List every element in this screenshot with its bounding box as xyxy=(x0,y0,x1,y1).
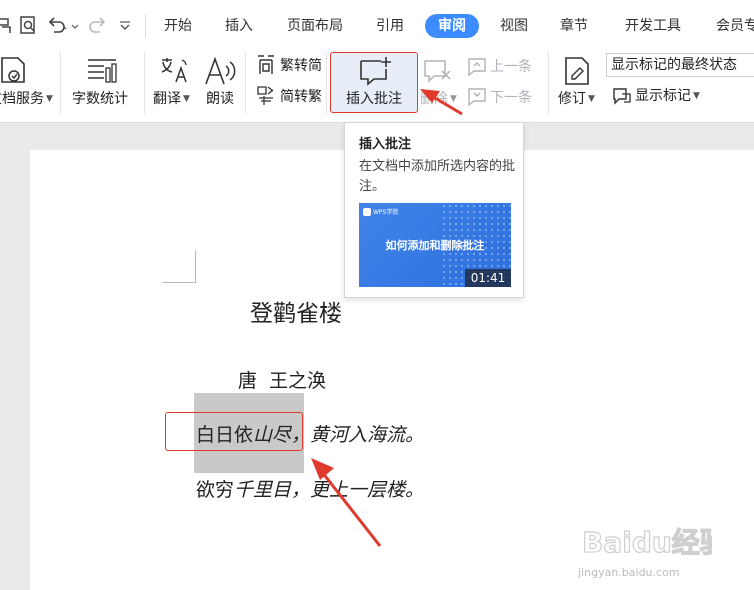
ribbon-separator xyxy=(144,52,145,114)
insert-comment-icon[interactable] xyxy=(358,56,392,90)
poem-author: 唐 王之涣 xyxy=(238,370,327,392)
ribbon-separator xyxy=(326,52,327,114)
watermark-url: jingyan.baidu.com xyxy=(578,566,680,579)
word-count-icon[interactable] xyxy=(86,56,118,90)
trad-to-simp-button[interactable]: 繁转简 xyxy=(280,58,322,74)
doc-service-button[interactable]: 文档服务▼ xyxy=(0,91,53,107)
menu-separator xyxy=(145,14,146,38)
prev-comment-button[interactable]: 上一条 xyxy=(490,59,532,75)
poem-line-2-italic: 千里目，更上一层楼。 xyxy=(234,479,425,501)
read-aloud-icon[interactable] xyxy=(204,56,236,90)
tab-home[interactable]: 开始 xyxy=(158,14,198,38)
undo-dropdown-icon[interactable] xyxy=(71,14,79,36)
customize-dropdown-icon[interactable] xyxy=(118,14,132,36)
simp-to-trad-button[interactable]: 简转繁 xyxy=(280,89,322,105)
print-preview-icon[interactable] xyxy=(19,14,39,36)
insert-comment-label: 插入批注 xyxy=(346,91,402,107)
delete-comment-button[interactable]: 删除 ▼ xyxy=(420,91,457,107)
tab-page-layout[interactable]: 页面布局 xyxy=(282,14,348,38)
insert-comment-tooltip: 插入批注 在文档中添加所选内容的批注。 WPS学院 如何添加和删除批注 01:4… xyxy=(344,122,524,298)
ribbon-separator xyxy=(548,52,549,114)
wps-logo-icon xyxy=(363,207,371,216)
delete-comment-icon[interactable] xyxy=(422,58,456,90)
show-markup-button[interactable]: 显示标记 ▼ xyxy=(635,88,700,104)
doc-service-icon[interactable] xyxy=(0,56,28,92)
prev-comment-icon[interactable] xyxy=(466,56,488,80)
poem-line-2[interactable]: 欲穷千里目，更上一层楼。 xyxy=(196,475,424,502)
read-aloud-button[interactable]: 朗读 xyxy=(206,91,234,107)
svg-text:Baidu经验: Baidu经验 xyxy=(582,526,712,559)
translate-icon[interactable] xyxy=(158,56,190,90)
page-corner-mark xyxy=(163,250,196,283)
translate-button[interactable]: 翻译 ▼ xyxy=(153,91,190,107)
redo-icon[interactable] xyxy=(86,14,108,36)
tab-insert[interactable]: 插入 xyxy=(219,14,259,38)
video-brand: WPS学院 xyxy=(363,207,398,216)
show-markup-icon[interactable] xyxy=(612,86,632,110)
ribbon-separator xyxy=(60,52,61,114)
revise-button[interactable]: 修订 ▼ xyxy=(558,91,595,107)
tab-view[interactable]: 视图 xyxy=(494,14,534,38)
next-comment-button[interactable]: 下一条 xyxy=(490,90,532,106)
menu-bar: 开始 插入 页面布局 引用 审阅 视图 章节 开发工具 会员专 xyxy=(0,0,754,48)
print-icon[interactable] xyxy=(0,14,12,36)
tab-developer[interactable]: 开发工具 xyxy=(620,14,686,38)
next-comment-icon[interactable] xyxy=(466,86,488,110)
tab-chapter[interactable]: 章节 xyxy=(554,14,594,38)
selection-annotation-box xyxy=(165,412,303,451)
revise-icon[interactable] xyxy=(562,56,592,90)
markup-state-select[interactable]: 显示标记的最终状态 xyxy=(606,53,754,77)
poem-title: 登鹳雀楼 xyxy=(250,301,342,327)
undo-icon[interactable] xyxy=(46,14,68,36)
trad-to-simp-icon[interactable] xyxy=(256,54,276,80)
tooltip-description: 在文档中添加所选内容的批注。 xyxy=(359,159,516,194)
simp-to-trad-icon[interactable] xyxy=(256,84,276,110)
baidu-watermark: Baidu经验 xyxy=(581,520,728,568)
tab-member[interactable]: 会员专 xyxy=(716,14,754,38)
video-title: 如何添加和删除批注 xyxy=(385,239,485,252)
tooltip-title: 插入批注 xyxy=(359,137,412,152)
tooltip-video-thumbnail[interactable]: WPS学院 如何添加和删除批注 01:41 xyxy=(359,203,511,287)
word-count-button[interactable]: 字数统计 xyxy=(72,91,128,107)
video-duration: 01:41 xyxy=(465,269,511,287)
poem-line-2-normal: 欲穷 xyxy=(196,479,235,501)
tab-references[interactable]: 引用 xyxy=(370,14,410,38)
ribbon-separator xyxy=(245,52,246,114)
tab-review[interactable]: 审阅 xyxy=(425,14,479,38)
